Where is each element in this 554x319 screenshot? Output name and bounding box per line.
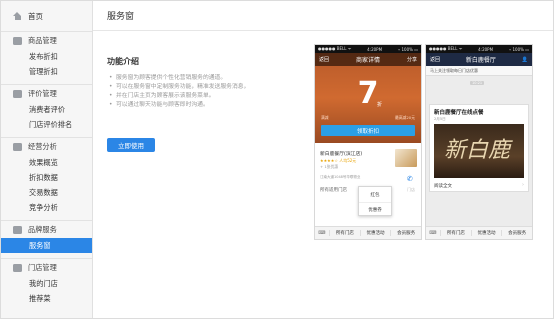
sidebar-item-my-store[interactable]: 我的门店 (1, 276, 92, 291)
sidebar-item-consumer-review[interactable]: 消费者评价 (1, 102, 92, 117)
phone-navbar: 返回 新白鹿餐厅 👤 (426, 53, 532, 66)
sidebar-section-product[interactable]: 商品管理 (1, 31, 92, 49)
tab-promotions: 优惠活动 (470, 230, 502, 236)
battery-text: ⌁ 100% ▭ (397, 46, 418, 52)
shop-address: 江南大道1048号华联物业 (320, 175, 361, 179)
sidebar-item-recommended-dish[interactable]: 推荐菜 (1, 291, 92, 306)
feature-list: 服务窗为顾客提供个性化营销服务的通道。 可以在服务窗中定制服务功能，精准发送服务… (109, 74, 249, 110)
read-more: 阅读全文 (434, 184, 452, 189)
tab-member: 会员服务 (390, 230, 421, 236)
sidebar-section-label: 经营分析 (28, 141, 57, 151)
discount-value: 7 (357, 76, 379, 111)
carrier-text: ●●●●● BELL ᯤ (429, 46, 463, 51)
phone-navbar: 返回 商家详情 分享 (315, 53, 421, 66)
discount-meta: 满减 最高减20元 (315, 115, 421, 121)
sidebar-section-review[interactable]: 评价管理 (1, 84, 92, 102)
sidebar-section-label: 评价管理 (28, 88, 57, 98)
article-date: 2月5日 (434, 117, 446, 121)
back-button: 返回 (319, 57, 330, 63)
phone-title: 新白鹿餐厅 (465, 57, 496, 64)
sidebar-section-brand[interactable]: 品牌服务 (1, 220, 92, 238)
analysis-icon (13, 142, 22, 151)
follow-banner: 马上关注领取每日门店优惠 (426, 66, 532, 76)
share-button: 分享 (406, 57, 417, 63)
battery-text: ⌁ 100% ▭ (508, 46, 529, 52)
clock-text: 4:20PM (367, 46, 383, 52)
feature-item: 可以在服务窗中定制服务功能，精准发送服务消息， (109, 83, 249, 92)
meta-right: 最高减20元 (394, 115, 415, 120)
article-image: 新白鹿 (434, 124, 524, 178)
shop-tag: + 1张优惠 (320, 164, 339, 169)
status-bar: ●●●●● BELL ᯤ 4:20PM ⌁ 100% ▭ (426, 45, 532, 53)
tab-member: 会员服务 (501, 230, 532, 236)
message-time: 10:21 (470, 81, 485, 85)
article-title: 新白鹿餐厅在线点餐 (434, 110, 484, 116)
page-header: 服务窗 (93, 1, 553, 31)
sidebar-item-overview[interactable]: 效果概览 (1, 155, 92, 170)
phone-tabbar: ⌨ 所有门店 优惠活动 会员服务 (315, 226, 421, 239)
sidebar-section-store[interactable]: 门店管理 (1, 258, 92, 276)
review-icon (13, 89, 22, 98)
sidebar-item-manage-discount[interactable]: 管理折扣 (1, 64, 92, 79)
sidebar-item-home[interactable]: 首页 (1, 1, 92, 31)
feature-item: 可以通过聊天功能与顾客即时沟通。 (109, 101, 249, 110)
brand-icon (13, 225, 22, 234)
back-button: 返回 (430, 57, 441, 63)
sidebar-item-competition[interactable]: 竞争分析 (1, 200, 92, 215)
popup-item-redpacket: 红包 (370, 192, 380, 198)
product-icon (13, 36, 22, 45)
tab-all-stores: 所有门店 (329, 230, 360, 236)
sidebar-item-service-window[interactable]: 服务窗 (1, 238, 92, 253)
shop-name: 新白鹿餐厅(滨江店) (320, 152, 363, 157)
store-icon (13, 263, 22, 272)
sidebar-section-label: 门店管理 (28, 262, 57, 272)
phone-icon: ✆ (407, 175, 413, 183)
article-card: 新白鹿餐厅在线点餐 2月5日 新白鹿 阅读全文 › (429, 104, 529, 192)
sidebar-item-trade-data[interactable]: 交易数据 (1, 185, 92, 200)
chevron-right-icon: › (522, 182, 524, 188)
all-stores-row: 所有适用门店 (320, 188, 347, 193)
use-now-button[interactable]: 立即使用 (107, 138, 155, 152)
shop-thumbnail (395, 149, 417, 167)
discount-unit: 折 (377, 102, 383, 108)
more-stores: 门店 (407, 187, 415, 192)
keyboard-icon: ⌨ (318, 230, 326, 236)
phone-tabbar: ⌨ 所有门店 优惠活动 会员服务 (426, 226, 532, 239)
home-icon (13, 12, 22, 20)
tab-promotions: 优惠活动 (359, 230, 391, 236)
sidebar-item-publish-discount[interactable]: 发布折扣 (1, 49, 92, 64)
feature-item: 服务窗为顾客提供个性化营销服务的通道。 (109, 74, 249, 83)
popup-item-coupon: 优惠券 (359, 202, 391, 217)
sidebar: 首页 商品管理 发布折扣 管理折扣 评价管理 消费者评价 门店评价排名 经营分析… (1, 1, 93, 318)
section-title: 功能介绍 (107, 57, 139, 66)
sidebar-section-label: 商品管理 (28, 35, 57, 45)
tab-all-stores: 所有门店 (440, 230, 471, 236)
phone-preview-chat: ●●●●● BELL ᯤ 4:20PM ⌁ 100% ▭ 返回 新白鹿餐厅 👤 … (425, 44, 533, 240)
sidebar-item-discount-data[interactable]: 折扣数据 (1, 170, 92, 185)
sidebar-home-label: 首页 (28, 11, 43, 21)
carrier-text: ●●●●● BELL ᯤ (318, 46, 352, 51)
get-coupon-button: 领取折扣 (321, 125, 415, 136)
popup-menu: 红包 优惠券 (358, 186, 392, 216)
page-title: 服务窗 (107, 12, 135, 22)
sidebar-section-analysis[interactable]: 经营分析 (1, 137, 92, 155)
meta-left: 满减 (321, 115, 329, 120)
phone-title: 商家详情 (355, 57, 380, 64)
profile-icon: 👤 (521, 56, 528, 63)
sidebar-item-store-ranking[interactable]: 门店评价排名 (1, 117, 92, 132)
feature-item: 并在门店主页为顾客展示该服务菜单。 (109, 92, 249, 101)
keyboard-icon: ⌨ (429, 230, 437, 236)
status-bar: ●●●●● BELL ᯤ 4:20PM ⌁ 100% ▭ (315, 45, 421, 53)
sidebar-section-label: 品牌服务 (28, 224, 57, 234)
clock-text: 4:20PM (478, 46, 494, 52)
calligraphy-logo: 新白鹿 (444, 138, 511, 163)
